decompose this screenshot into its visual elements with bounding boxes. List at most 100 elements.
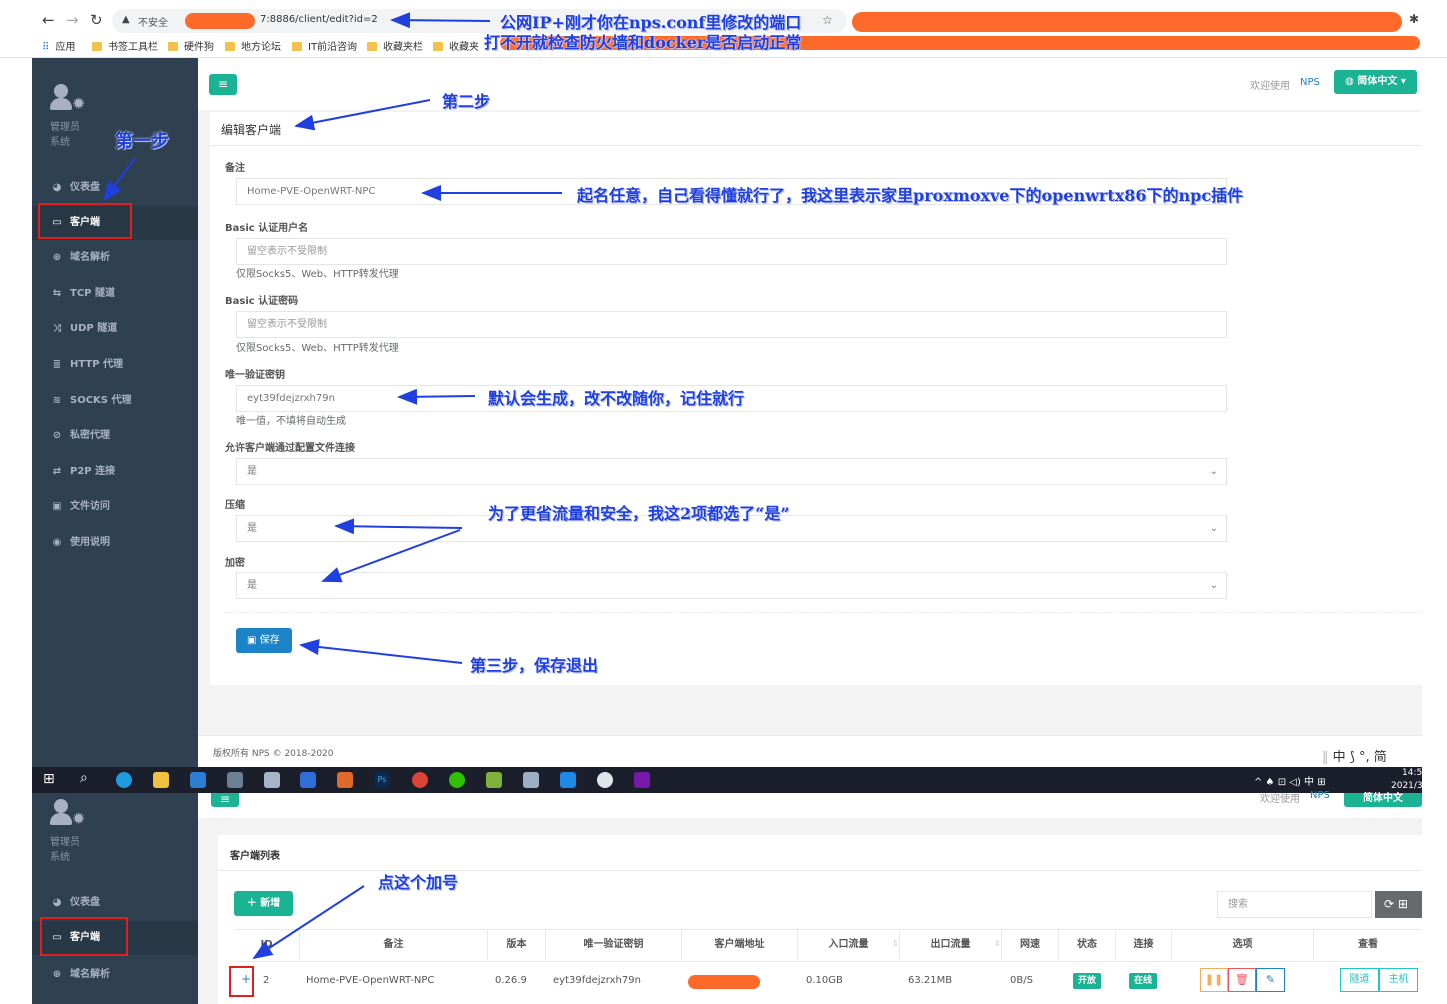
basic-pass-help: 仅限Socks5、Web、HTTP转发代理 [236, 343, 399, 354]
refresh-button[interactable]: ⟳ ⊞ [1375, 891, 1422, 918]
crypt-select[interactable]: 是 ⌄ [236, 572, 1227, 599]
save-button[interactable]: ▣ 保存 [236, 628, 292, 653]
bookmark-folder[interactable]: 收藏夹栏 [367, 38, 423, 53]
column-header-rate[interactable]: 网速 [1002, 930, 1059, 960]
language-dropdown[interactable]: ◍ 简体中文 ▾ [1334, 70, 1417, 94]
reload-icon[interactable]: ↻ [90, 11, 103, 29]
user-cog-icon: ✹ [50, 84, 90, 114]
settings-icon[interactable] [597, 772, 613, 788]
brand-link[interactable]: NPS [1310, 790, 1330, 801]
search-icon[interactable]: ⌕ [80, 770, 88, 786]
bookmark-folder[interactable]: IT前沿咨询 [292, 38, 357, 53]
column-header-outflow[interactable]: 出口流量 [900, 930, 1002, 960]
folder-icon [168, 42, 178, 51]
app-icon[interactable] [523, 772, 539, 788]
column-header-version[interactable]: 版本 [488, 930, 546, 960]
edge-icon[interactable] [116, 772, 132, 788]
config-conn-select[interactable]: 是 ⌄ [236, 458, 1227, 485]
bookmark-folder[interactable]: 收藏夹 [433, 38, 479, 53]
view-tunnel-button[interactable]: 隧道 [1340, 968, 1379, 992]
pause-button[interactable]: ❚❚ [1200, 968, 1228, 992]
column-header-connection[interactable]: 连接 [1116, 930, 1172, 960]
wechat-icon[interactable] [449, 772, 465, 788]
bookmark-folder[interactable]: 书签工具栏 [92, 38, 158, 53]
chevron-down-icon: ⌄ [1209, 466, 1218, 477]
bookmark-folder[interactable]: 地方论坛 [225, 38, 281, 53]
photoshop-icon[interactable]: Ps [374, 772, 390, 788]
user-sub: 系统 [50, 137, 70, 148]
column-header-options[interactable]: 选项 [1172, 930, 1314, 960]
delete-button[interactable]: 🗑 [1228, 968, 1256, 992]
dashboard-icon: ◕ [52, 182, 62, 193]
sidebar-item-exchange[interactable]: ⇄ P2P 连接 [32, 455, 198, 489]
row-inflow: 0.10GB [806, 975, 843, 986]
app-icon[interactable] [337, 772, 353, 788]
menu-toggle-button[interactable]: ≡ [211, 793, 239, 807]
sidebar-item-retweet[interactable]: ⇆ TCP 隧道 [32, 277, 198, 311]
config-conn-label: 允许客户端通过配置文件连接 [225, 443, 355, 454]
vkey-help: 唯一值，不填将自动生成 [236, 416, 346, 427]
globe-icon: ⊕ [52, 969, 62, 980]
basic-user-help: 仅限Socks5、Web、HTTP转发代理 [236, 269, 399, 280]
grid-icon: ⊞ [1397, 897, 1408, 911]
sidebar-item-dashboard[interactable]: ◕ 仪表盘 [32, 171, 198, 205]
sidebar-item-globe[interactable]: ⊕ 域名解析 [32, 241, 198, 275]
windows-taskbar: ⊞ ⌕ Ps ^ ♠ ⊡ ◁) 中 ⊞ 14:56 2021/3 [32, 767, 1428, 793]
star-icon[interactable]: ☆ [822, 13, 833, 27]
column-header-status[interactable]: 状态 [1059, 930, 1116, 960]
edit-button[interactable]: ✎ [1256, 968, 1285, 992]
basic-user-label: Basic 认证用户名 [225, 223, 309, 234]
basic-user-input[interactable]: 留空表示不受限制 [236, 238, 1227, 265]
chevron-down-icon: ⌄ [1209, 580, 1218, 591]
sidebar-item-lightbulb[interactable]: ◉ 使用说明 [32, 526, 198, 560]
sidebar-item-domain[interactable]: ⊕ 域名解析 [32, 958, 198, 992]
app-icon[interactable] [560, 772, 576, 788]
system-tray[interactable]: ^ ♠ ⊡ ◁) 中 ⊞ [1254, 773, 1326, 788]
add-client-button[interactable]: ＋ 新增 [234, 891, 293, 916]
sort-icon[interactable]: ⇕ [892, 939, 899, 948]
file-explorer-icon[interactable] [153, 772, 169, 788]
column-header-address[interactable]: 客户端地址 [682, 930, 798, 960]
column-header-vkey[interactable]: 唯一验证密钥 [546, 930, 682, 960]
calculator-icon[interactable] [227, 772, 243, 788]
column-header-remark[interactable]: 备注 [300, 930, 488, 960]
column-header-inflow[interactable]: 入口流量 [798, 930, 900, 960]
refresh-icon: ⟳ [1384, 897, 1395, 911]
extension-icon[interactable]: ✱ [1409, 12, 1419, 26]
chrome-icon[interactable] [412, 772, 428, 788]
brand-link[interactable]: NPS [1300, 77, 1320, 88]
panel-title: 编辑客户端 [221, 123, 282, 137]
ime-bar[interactable]: ‖ 中 ⟆ °, 简 [1322, 746, 1387, 765]
sidebar-item-briefcase[interactable]: ▣ 文件访问 [32, 490, 198, 524]
column-header-id[interactable]: ID [234, 930, 300, 960]
clock-time: 14:56 [1402, 768, 1428, 778]
onenote-icon[interactable] [634, 772, 650, 788]
bookmark-apps[interactable]: ⠿ 应用 [42, 38, 75, 53]
user-role: 管理员 [50, 122, 80, 133]
app-icon[interactable] [486, 772, 502, 788]
sidebar-item-stack[interactable]: ≋ SOCKS 代理 [32, 384, 198, 418]
view-host-button[interactable]: 主机 [1379, 968, 1418, 992]
back-icon[interactable]: ← [42, 11, 55, 29]
app-icon[interactable] [300, 772, 316, 788]
sidebar-item-list[interactable]: ≣ HTTP 代理 [32, 348, 198, 382]
sidebar-item-dashboard[interactable]: ◕ 仪表盘 [32, 886, 198, 920]
annotation-plus: 点这个加号 [378, 873, 459, 892]
row-version: 0.26.9 [495, 975, 527, 986]
windows-start-icon[interactable]: ⊞ [43, 771, 55, 787]
sidebar-item-random[interactable]: ⤨ UDP 隧道 [32, 312, 198, 346]
mail-icon[interactable] [190, 772, 206, 788]
remark-label: 备注 [225, 163, 245, 174]
row-status: 开放 [1073, 962, 1102, 1000]
column-header-view[interactable]: 查看 [1314, 930, 1422, 960]
search-input[interactable]: 搜索 [1217, 891, 1372, 918]
sidebar-item-eye-slash[interactable]: ⊘ 私密代理 [32, 419, 198, 453]
app-icon[interactable] [264, 772, 280, 788]
forward-icon[interactable]: → [66, 11, 79, 29]
annotation-firewall: 打不开就检查防火墙和docker是否启动正常 [484, 33, 802, 52]
basic-pass-input[interactable]: 留空表示不受限制 [236, 311, 1227, 338]
language-dropdown[interactable]: 简体中文 [1344, 793, 1422, 807]
menu-toggle-button[interactable]: ≡ [209, 74, 237, 95]
sort-icon[interactable]: ⇕ [994, 939, 1001, 948]
bookmark-folder[interactable]: 硬件狗 [168, 38, 214, 53]
